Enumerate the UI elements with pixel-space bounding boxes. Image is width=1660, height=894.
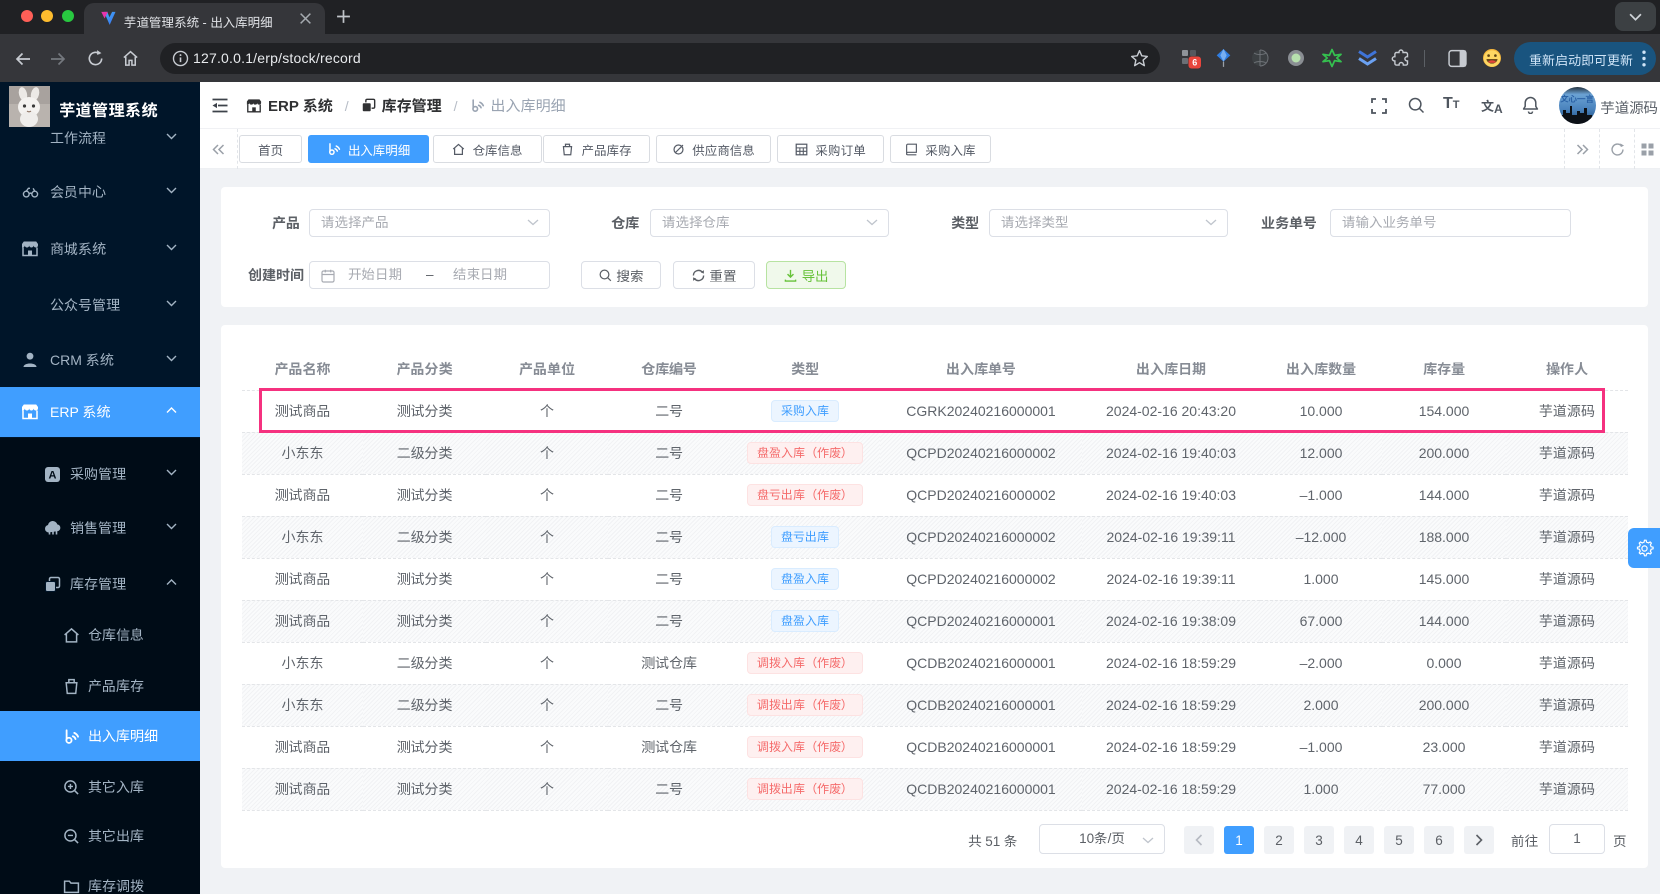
svg-text:文心一言: 文心一言 — [1560, 94, 1595, 104]
svg-text:A: A — [49, 469, 57, 481]
svg-text:6: 6 — [1192, 58, 1197, 68]
